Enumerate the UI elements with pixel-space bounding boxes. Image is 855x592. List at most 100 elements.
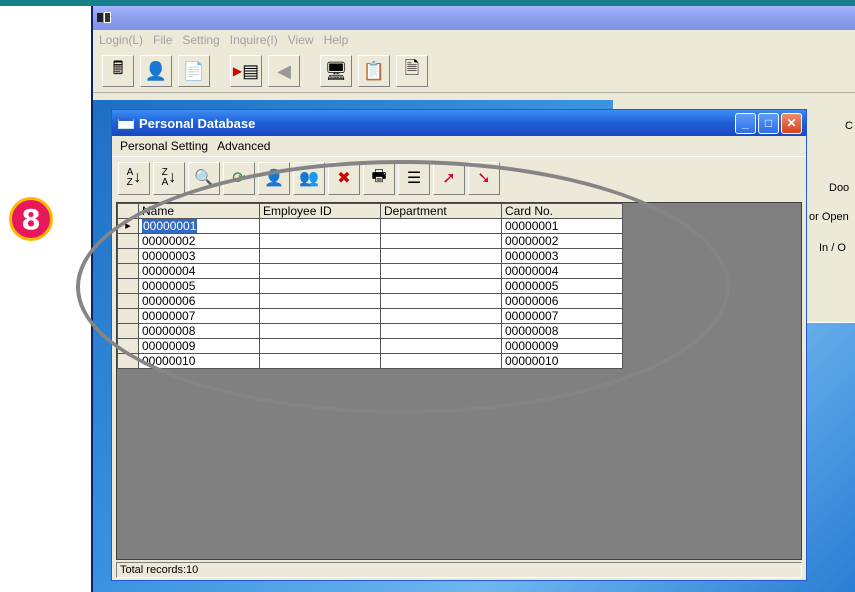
cell-employee-id[interactable] bbox=[259, 323, 381, 339]
current-row-arrow-icon[interactable]: ▸ bbox=[117, 218, 139, 234]
cell-card-no[interactable]: 00000009 bbox=[501, 338, 623, 354]
cell-card-no[interactable]: 00000004 bbox=[501, 263, 623, 279]
menu-personal-setting[interactable]: Personal Setting bbox=[120, 139, 208, 153]
column-header-department[interactable]: Department bbox=[380, 203, 502, 219]
monitor-icon[interactable]: 🖥 bbox=[320, 55, 352, 87]
step-number-badge: 8 bbox=[9, 197, 53, 241]
menu-help[interactable]: Help bbox=[324, 33, 349, 47]
row-indicator[interactable] bbox=[117, 323, 139, 339]
table-row[interactable]: 00000003 00000003 bbox=[117, 248, 623, 264]
person-edit-icon[interactable]: 👤 bbox=[140, 55, 172, 87]
dialog-toolbar: A Z ↓ Z A ↓ 🔍 ⟳ 👤 👥 ✖ 🖶 ☰ ➚ ➘ bbox=[112, 156, 806, 199]
cell-department[interactable] bbox=[380, 278, 502, 294]
cell-employee-id[interactable] bbox=[259, 263, 381, 279]
cell-department[interactable] bbox=[380, 218, 502, 234]
import-icon[interactable]: ➘ bbox=[468, 161, 500, 195]
cell-employee-id[interactable] bbox=[259, 233, 381, 249]
cell-card-no[interactable]: 00000006 bbox=[501, 293, 623, 309]
menu-view[interactable]: View bbox=[288, 33, 314, 47]
export-icon[interactable]: ➚ bbox=[433, 161, 465, 195]
row-indicator[interactable] bbox=[117, 233, 139, 249]
cell-name[interactable]: 00000010 bbox=[138, 353, 260, 369]
close-button[interactable]: ✕ bbox=[781, 112, 802, 134]
sort-descending-icon[interactable]: Z A ↓ bbox=[153, 161, 185, 195]
cell-department[interactable] bbox=[380, 323, 502, 339]
dialog-title-bar[interactable]: Personal Database _ □ ✕ bbox=[112, 110, 806, 136]
menu-advanced[interactable]: Advanced bbox=[217, 139, 270, 153]
menu-file[interactable]: File bbox=[153, 33, 172, 47]
gray-arrow-icon[interactable]: ◀ bbox=[268, 55, 300, 87]
cell-employee-id[interactable] bbox=[259, 278, 381, 294]
cell-name[interactable]: 00000004 bbox=[138, 263, 260, 279]
sort-ascending-icon[interactable]: A Z ↓ bbox=[118, 161, 150, 195]
cell-card-no[interactable]: 00000007 bbox=[501, 308, 623, 324]
row-indicator[interactable] bbox=[117, 308, 139, 324]
play-document-icon[interactable]: ▶ ▤ bbox=[230, 55, 262, 87]
search-magnifier-icon[interactable]: 🔍 bbox=[188, 161, 220, 195]
cell-employee-id[interactable] bbox=[259, 293, 381, 309]
menu-setting[interactable]: Setting bbox=[182, 33, 219, 47]
cell-name[interactable]: 00000002 bbox=[138, 233, 260, 249]
table-row[interactable]: 00000009 00000009 bbox=[117, 338, 623, 354]
document-search-icon[interactable]: 🗎 bbox=[396, 55, 428, 87]
cell-department[interactable] bbox=[380, 308, 502, 324]
group-icon[interactable]: 👥 bbox=[293, 161, 325, 195]
cell-department[interactable] bbox=[380, 353, 502, 369]
table-row[interactable]: 00000002 00000002 bbox=[117, 233, 623, 249]
window-icon bbox=[118, 117, 134, 129]
refresh-icon[interactable]: ⟳ bbox=[223, 161, 255, 195]
row-indicator[interactable] bbox=[117, 338, 139, 354]
cell-name[interactable]: 00000007 bbox=[138, 308, 260, 324]
cell-department[interactable] bbox=[380, 248, 502, 264]
person-card-icon[interactable]: 👤 bbox=[258, 161, 290, 195]
table-row[interactable]: 00000008 00000008 bbox=[117, 323, 623, 339]
cell-employee-id[interactable] bbox=[259, 338, 381, 354]
cell-name[interactable]: 00000005 bbox=[138, 278, 260, 294]
cell-card-no[interactable]: 00000010 bbox=[501, 353, 623, 369]
cell-card-no[interactable]: 00000003 bbox=[501, 248, 623, 264]
menu-inquire[interactable]: Inquire(I) bbox=[230, 33, 278, 47]
cell-department[interactable] bbox=[380, 293, 502, 309]
delete-document-icon[interactable]: ✖ bbox=[328, 161, 360, 195]
column-header-employee-id[interactable]: Employee ID bbox=[259, 203, 381, 219]
cell-name[interactable]: 00000008 bbox=[138, 323, 260, 339]
row-indicator[interactable] bbox=[117, 263, 139, 279]
person-list-icon[interactable]: ☰ bbox=[398, 161, 430, 195]
cell-card-no[interactable]: 00000001 bbox=[501, 218, 623, 234]
column-header-card-no[interactable]: Card No. bbox=[501, 203, 623, 219]
table-row[interactable]: 00000004 00000004 bbox=[117, 263, 623, 279]
document-icon[interactable]: 📄 bbox=[178, 55, 210, 87]
cell-department[interactable] bbox=[380, 338, 502, 354]
cell-name[interactable]: 00000009 bbox=[138, 338, 260, 354]
printer-icon[interactable]: 🖶 bbox=[363, 161, 395, 195]
cell-employee-id[interactable] bbox=[259, 308, 381, 324]
cell-name[interactable]: 00000003 bbox=[138, 248, 260, 264]
calculator-icon[interactable]: 🖩 bbox=[102, 55, 134, 87]
cell-employee-id[interactable] bbox=[259, 353, 381, 369]
table-row[interactable]: 00000007 00000007 bbox=[117, 308, 623, 324]
row-indicator[interactable] bbox=[117, 293, 139, 309]
table-row[interactable]: 00000006 00000006 bbox=[117, 293, 623, 309]
row-indicator[interactable] bbox=[117, 278, 139, 294]
minimize-button[interactable]: _ bbox=[735, 112, 756, 134]
cell-name[interactable]: 00000001 bbox=[138, 218, 260, 234]
menu-login[interactable]: Login(L) bbox=[99, 33, 143, 47]
table-row[interactable]: 00000005 00000005 bbox=[117, 278, 623, 294]
cell-card-no[interactable]: 00000002 bbox=[501, 233, 623, 249]
cell-card-no[interactable]: 00000008 bbox=[501, 323, 623, 339]
cell-employee-id[interactable] bbox=[259, 218, 381, 234]
column-header-name[interactable]: Name bbox=[138, 203, 260, 219]
row-indicator[interactable] bbox=[117, 353, 139, 369]
cell-department[interactable] bbox=[380, 263, 502, 279]
row-indicator[interactable] bbox=[117, 248, 139, 264]
table-row[interactable]: ▸ 00000001 00000001 bbox=[117, 218, 623, 234]
cell-name-value: 00000003 bbox=[142, 249, 196, 263]
clipboard-icon[interactable]: 📋 bbox=[358, 55, 390, 87]
cell-card-no[interactable]: 00000005 bbox=[501, 278, 623, 294]
cell-employee-id[interactable] bbox=[259, 248, 381, 264]
cell-department[interactable] bbox=[380, 233, 502, 249]
table-row[interactable]: 00000010 00000010 bbox=[117, 353, 623, 369]
records-grid[interactable]: Name Employee ID Department Card No. ▸ 00… bbox=[116, 202, 802, 560]
cell-name[interactable]: 00000006 bbox=[138, 293, 260, 309]
maximize-button[interactable]: □ bbox=[758, 112, 779, 134]
